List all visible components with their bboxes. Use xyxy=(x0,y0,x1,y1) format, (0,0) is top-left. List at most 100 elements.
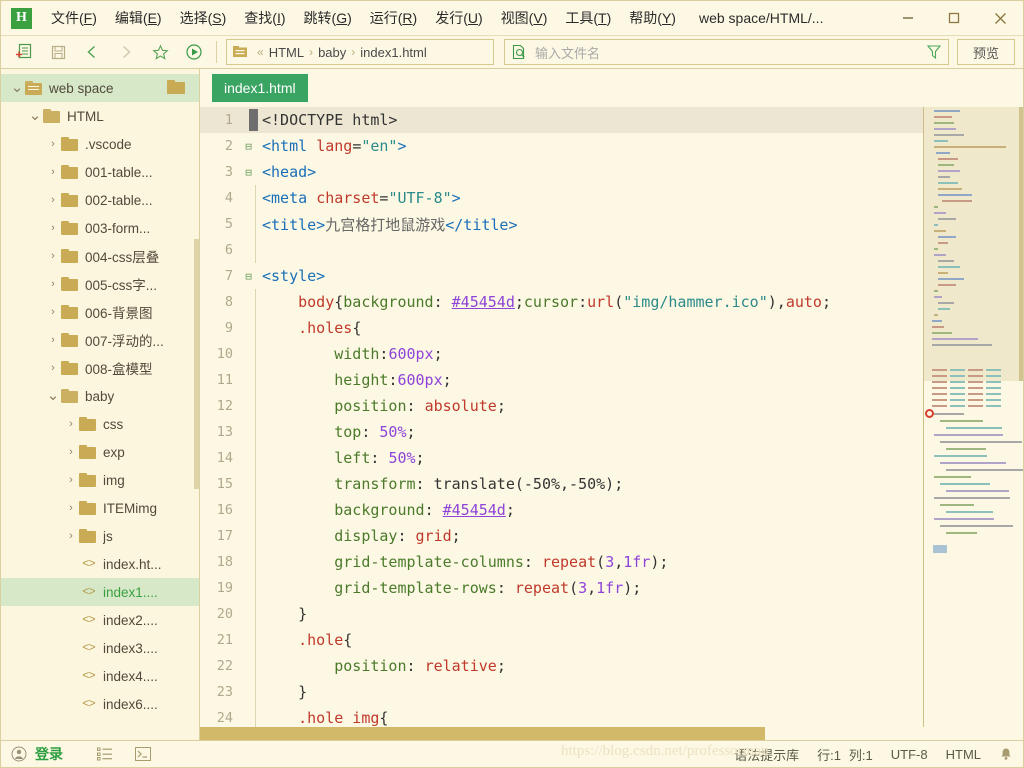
menu-item-3[interactable]: 查找(I) xyxy=(235,4,294,32)
chevron-right-icon[interactable]: › xyxy=(45,222,61,234)
sidebar-item-index2[interactable]: <> index2.... xyxy=(1,606,199,634)
sidebar-item-001-table[interactable]: › 001-table... xyxy=(1,158,199,186)
chevron-right-icon[interactable]: › xyxy=(45,278,61,290)
menu-item-5[interactable]: 运行(R) xyxy=(361,4,426,32)
open-folder-action-icon[interactable] xyxy=(167,80,185,94)
sidebar-item-js[interactable]: › js xyxy=(1,522,199,550)
bell-icon[interactable] xyxy=(999,747,1013,761)
chevron-right-icon[interactable]: › xyxy=(45,306,61,318)
code-line[interactable]: 8 body{background: #45454d;cursor:url("i… xyxy=(200,289,923,315)
sidebar-item-index-ht[interactable]: <> index.ht... xyxy=(1,550,199,578)
code-line[interactable]: 7 ⊟ <style> xyxy=(200,263,923,289)
chevron-right-icon[interactable]: › xyxy=(63,530,79,542)
language-label[interactable]: HTML xyxy=(946,747,981,762)
menu-item-8[interactable]: 工具(T) xyxy=(556,4,620,32)
chevron-right-icon[interactable]: › xyxy=(45,194,61,206)
sidebar-item-img[interactable]: › img xyxy=(1,466,199,494)
fold-toggle-icon[interactable]: ⊟ xyxy=(242,271,255,282)
code-line[interactable]: 22 position: relative; xyxy=(200,653,923,679)
sidebar-item-005-css[interactable]: › 005-css字... xyxy=(1,270,199,298)
chevron-down-icon[interactable]: ⌄ xyxy=(9,80,25,95)
chevron-right-icon[interactable]: › xyxy=(63,446,79,458)
breadcrumb-segment-2[interactable]: index1.html xyxy=(360,45,426,60)
fold-toggle-icon[interactable]: ⊟ xyxy=(242,141,255,152)
code-line[interactable]: 18 grid-template-columns: repeat(3,1fr); xyxy=(200,549,923,575)
chevron-down-icon[interactable]: ⌄ xyxy=(27,108,43,123)
sidebar-item-css[interactable]: › css xyxy=(1,410,199,438)
code-line[interactable]: 20 } xyxy=(200,601,923,627)
chevron-right-icon[interactable]: › xyxy=(45,250,61,262)
chevron-down-icon[interactable]: ⌄ xyxy=(45,388,61,403)
sidebar-item-web-space[interactable]: ⌄ web space xyxy=(1,74,199,102)
chevron-right-icon[interactable]: › xyxy=(45,166,61,178)
minimap-error-marker-icon[interactable] xyxy=(925,409,934,418)
code-line[interactable]: 3 ⊟ <head> xyxy=(200,159,923,185)
sidebar-item-007[interactable]: › 007-浮动的... xyxy=(1,326,199,354)
code-line[interactable]: 21 .hole{ xyxy=(200,627,923,653)
code-line[interactable]: 12 position: absolute; xyxy=(200,393,923,419)
code-line[interactable]: 13 top: 50%; xyxy=(200,419,923,445)
menu-item-7[interactable]: 视图(V) xyxy=(492,4,557,32)
tab-index1-html[interactable]: index1.html xyxy=(212,74,308,102)
code-line[interactable]: 17 display: grid; xyxy=(200,523,923,549)
code-line[interactable]: 10 width:600px; xyxy=(200,341,923,367)
terminal-icon[interactable] xyxy=(135,747,151,761)
minimize-button[interactable] xyxy=(885,1,931,36)
code-line[interactable]: 6 xyxy=(200,237,923,263)
chevron-right-icon[interactable]: › xyxy=(45,138,61,150)
chevron-right-icon[interactable]: › xyxy=(45,334,61,346)
code-line[interactable]: 11 height:600px; xyxy=(200,367,923,393)
horizontal-scrollbar-thumb[interactable] xyxy=(200,727,765,740)
chevron-right-icon[interactable]: › xyxy=(63,418,79,430)
sidebar-item-006[interactable]: › 006-背景图 xyxy=(1,298,199,326)
code-line[interactable]: 14 left: 50%; xyxy=(200,445,923,471)
project-explorer[interactable]: ⌄ web space ⌄ HTML › .vscode › 001-table... › 002… xyxy=(1,69,200,740)
preview-button[interactable]: 预览 xyxy=(957,39,1015,65)
sidebar-item-002-table[interactable]: › 002-table... xyxy=(1,186,199,214)
save-icon[interactable] xyxy=(44,39,72,65)
filter-icon[interactable] xyxy=(926,44,942,60)
sidebar-item-exp[interactable]: › exp xyxy=(1,438,199,466)
chevron-right-icon[interactable]: › xyxy=(63,474,79,486)
login-label[interactable]: 登录 xyxy=(35,744,63,764)
new-file-icon[interactable] xyxy=(10,39,38,65)
sidebar-item-index3[interactable]: <> index3.... xyxy=(1,634,199,662)
menu-item-1[interactable]: 编辑(E) xyxy=(106,4,171,32)
breadcrumb[interactable]: « HTML › baby › index1.html xyxy=(226,39,494,65)
horizontal-scrollbar[interactable] xyxy=(200,727,1023,740)
back-icon[interactable] xyxy=(78,39,106,65)
code-line[interactable]: 16 background: #45454d; xyxy=(200,497,923,523)
minimap[interactable] xyxy=(923,107,1023,727)
sidebar-item-index6[interactable]: <> index6.... xyxy=(1,690,199,718)
code-line[interactable]: 23 } xyxy=(200,679,923,705)
code-line[interactable]: 2 ⊟ <html lang="en"> xyxy=(200,133,923,159)
syntax-library-label[interactable]: 语法提示库 xyxy=(734,745,799,764)
code-line[interactable]: 19 grid-template-rows: repeat(3,1fr); xyxy=(200,575,923,601)
code-line[interactable]: 5 <title>九宫格打地鼠游戏</title> xyxy=(200,211,923,237)
favorite-icon[interactable] xyxy=(146,39,174,65)
sidebar-item-003-form[interactable]: › 003-form... xyxy=(1,214,199,242)
menu-item-0[interactable]: 文件(F) xyxy=(42,4,106,32)
chevron-right-icon[interactable]: › xyxy=(45,362,61,374)
breadcrumb-segment-1[interactable]: baby xyxy=(318,45,346,60)
sidebar-item-itemimg[interactable]: › ITEMimg xyxy=(1,494,199,522)
sidebar-item-index4[interactable]: <> index4.... xyxy=(1,662,199,690)
sidebar-item-004-css[interactable]: › 004-css层叠 xyxy=(1,242,199,270)
sidebar-item-html[interactable]: ⌄ HTML xyxy=(1,102,199,130)
close-button[interactable] xyxy=(977,1,1023,36)
sidebar-item-index1[interactable]: <> index1.... xyxy=(1,578,199,606)
sidebar-item--vscode[interactable]: › .vscode xyxy=(1,130,199,158)
sidebar-item-baby[interactable]: ⌄ baby xyxy=(1,382,199,410)
list-icon[interactable] xyxy=(97,747,113,761)
code-line[interactable]: 4 <meta charset="UTF-8"> xyxy=(200,185,923,211)
code-area[interactable]: 1 <!DOCTYPE html> 2 ⊟ <html lang="en"> 3 ⊟ <hea… xyxy=(200,107,923,727)
menu-item-9[interactable]: 帮助(Y) xyxy=(620,4,685,32)
menu-item-2[interactable]: 选择(S) xyxy=(171,4,236,32)
minimap-scrollbar[interactable] xyxy=(1019,107,1023,381)
menu-item-4[interactable]: 跳转(G) xyxy=(295,4,361,32)
maximize-button[interactable] xyxy=(931,1,977,36)
file-search-box[interactable]: 输入文件名 xyxy=(504,39,949,65)
code-line[interactable]: 24 .hole img{ xyxy=(200,705,923,727)
search-input[interactable]: 输入文件名 xyxy=(535,43,926,62)
sidebar-item-008[interactable]: › 008-盒模型 xyxy=(1,354,199,382)
